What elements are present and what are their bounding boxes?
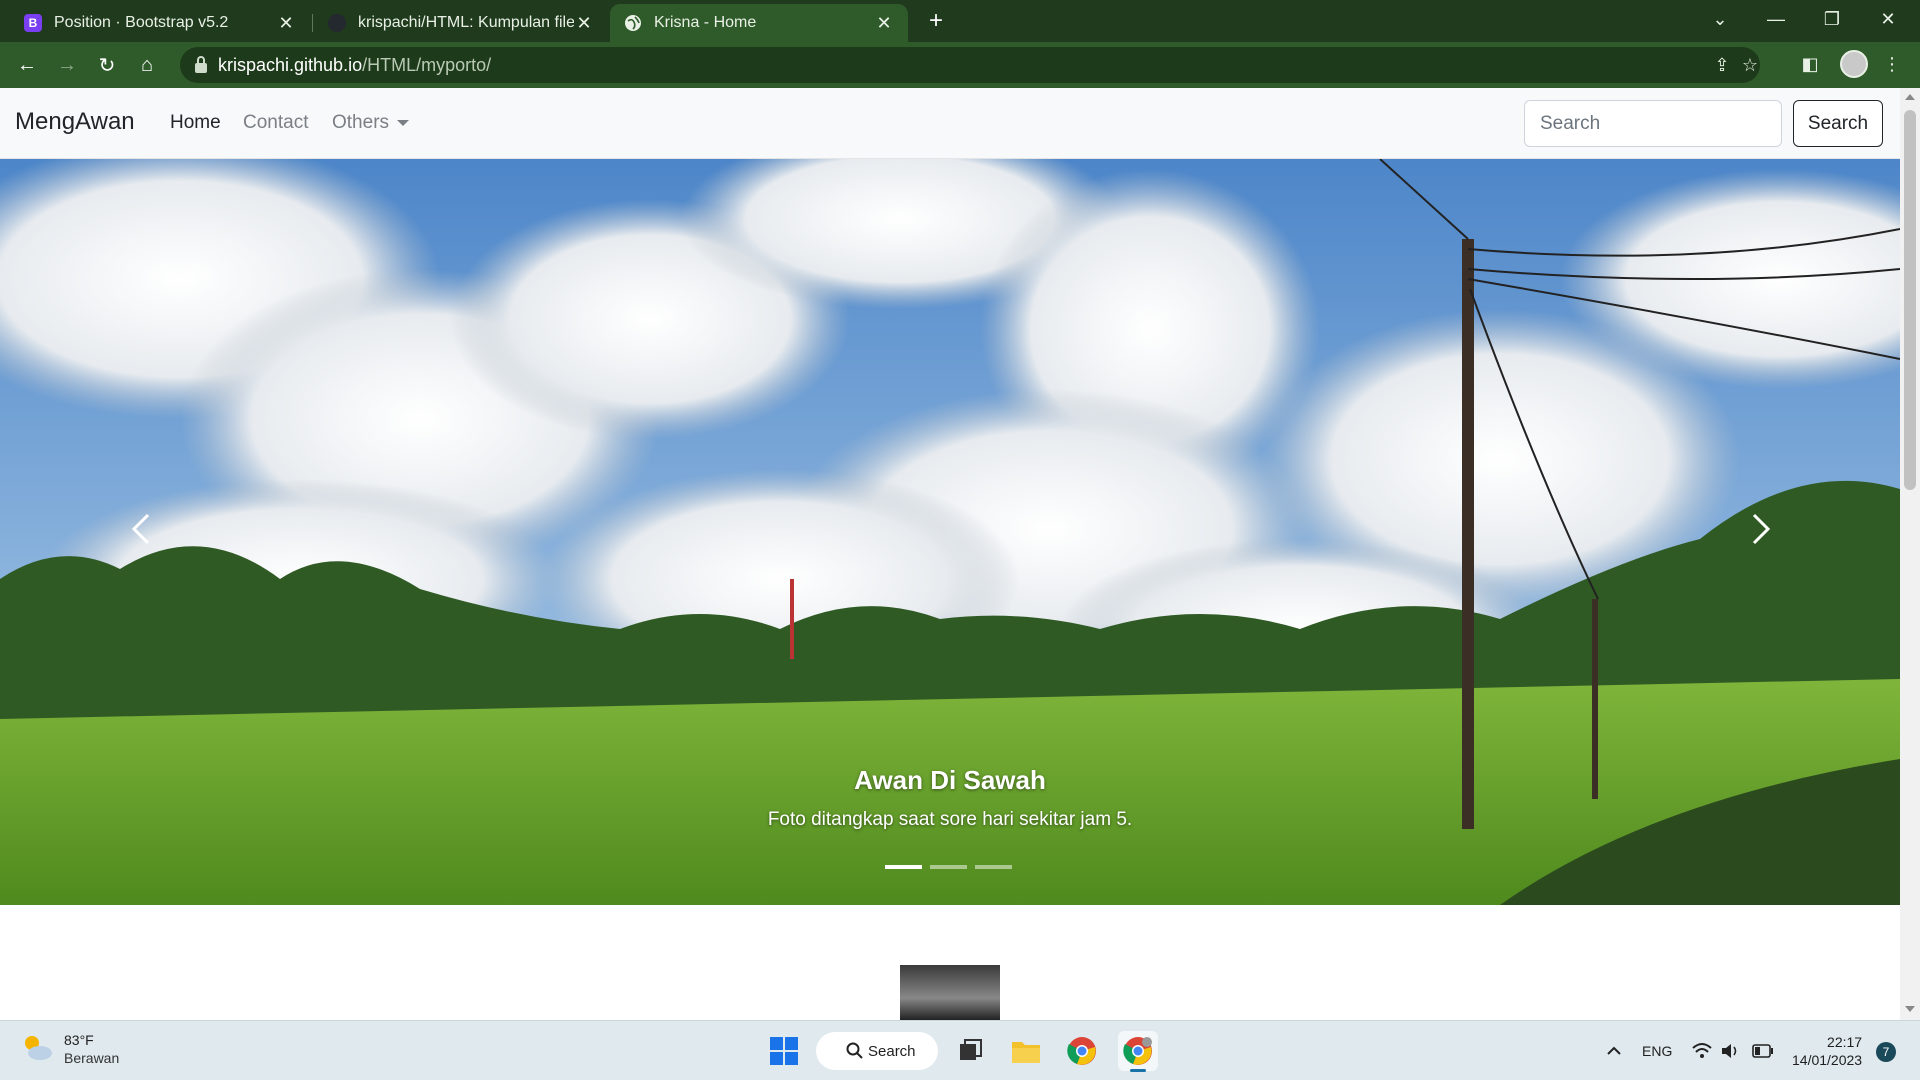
carousel-prev-icon[interactable]	[112, 499, 172, 559]
windows-taskbar: 83°F Berawan Search ENG 22:17 14/01/2023…	[0, 1020, 1920, 1080]
weather-temp: 83°F	[64, 1032, 94, 1048]
scroll-up-icon[interactable]	[1905, 94, 1915, 100]
hero-carousel: Awan Di Sawah Foto ditangkap saat sore h…	[0, 159, 1900, 905]
active-app-indicator	[1130, 1069, 1146, 1072]
site-navbar: MengAwan Home Contact Others Search	[0, 88, 1900, 159]
page-scrollbar[interactable]	[1900, 88, 1920, 1020]
system-clock[interactable]: 22:17 14/01/2023	[1792, 1033, 1862, 1069]
close-window-button[interactable]: ✕	[1860, 0, 1916, 38]
nav-others-dropdown[interactable]: Others	[332, 112, 410, 134]
scroll-down-icon[interactable]	[1905, 1006, 1915, 1012]
site-brand[interactable]: MengAwan	[15, 108, 135, 136]
tab-title: krispachi/HTML: Kumpulan file ht	[358, 14, 574, 31]
bootstrap-icon: B	[24, 14, 42, 32]
web-page: MengAwan Home Contact Others Search Sear…	[0, 88, 1900, 1020]
search-icon	[846, 1042, 863, 1059]
close-tab-icon[interactable]: ✕	[574, 13, 594, 34]
carousel-next-icon[interactable]	[1730, 499, 1790, 559]
taskbar-search-label: Search	[868, 1042, 916, 1060]
nav-contact[interactable]: Contact	[243, 112, 308, 134]
site-search-button[interactable]: Search	[1793, 100, 1883, 147]
profile-avatar[interactable]	[1840, 50, 1868, 78]
file-explorer-icon[interactable]	[1006, 1031, 1046, 1071]
carousel-indicators	[885, 865, 1012, 869]
carousel-caption-text: Foto ditangkap saat sore hari sekitar ja…	[767, 809, 1133, 830]
chrome-icon[interactable]	[1062, 1031, 1102, 1071]
tab-title: Position · Bootstrap v5.2	[54, 14, 229, 31]
url-text: krispachi.github.io/HTML/myporto/	[218, 55, 492, 75]
battery-icon[interactable]	[1752, 1021, 1774, 1081]
site-search-input[interactable]	[1524, 100, 1782, 147]
address-bar[interactable]: krispachi.github.io/HTML/myporto/ ⇪ ☆	[180, 47, 1760, 83]
weather-widget[interactable]: 83°F Berawan	[20, 1031, 119, 1067]
language-indicator[interactable]: ENG	[1642, 1021, 1672, 1081]
carousel-indicator-1[interactable]	[885, 865, 922, 869]
forward-button[interactable]: →	[52, 50, 82, 80]
restore-button[interactable]: ❐	[1804, 0, 1860, 38]
clock-date: 14/01/2023	[1792, 1052, 1863, 1068]
reload-button[interactable]: ↻	[92, 50, 122, 80]
caret-down-icon	[397, 119, 410, 126]
scroll-thumb[interactable]	[1904, 110, 1916, 490]
profile-photo	[900, 965, 1000, 1020]
tab-separator	[312, 14, 313, 32]
weather-condition: Berawan	[64, 1050, 120, 1066]
chrome-profile-icon[interactable]	[1118, 1031, 1158, 1072]
browser-toolbar: ← → ↻ ⌂ krispachi.github.io/HTML/myporto…	[0, 42, 1920, 88]
tab-title: Krisna - Home	[654, 14, 757, 31]
globe-icon	[624, 14, 642, 32]
nav-home[interactable]: Home	[170, 112, 221, 134]
carousel-caption-title: Awan Di Sawah	[854, 765, 1046, 795]
windows-start-icon[interactable]	[764, 1031, 804, 1071]
github-icon	[328, 14, 346, 32]
carousel-indicator-3[interactable]	[975, 865, 1012, 869]
taskbar-search[interactable]: Search	[816, 1032, 938, 1070]
notification-badge[interactable]: 7	[1876, 1042, 1896, 1062]
home-button[interactable]: ⌂	[132, 50, 162, 80]
task-view-icon[interactable]	[950, 1031, 990, 1071]
tab-github[interactable]: krispachi/HTML: Kumpulan file ht ✕	[314, 4, 608, 42]
close-tab-icon[interactable]: ✕	[874, 13, 894, 34]
minimize-button[interactable]: —	[1748, 0, 1804, 38]
carousel-indicator-2[interactable]	[930, 865, 967, 869]
share-icon[interactable]: ⇪	[1710, 53, 1734, 77]
back-button[interactable]: ←	[12, 50, 42, 80]
menu-dots-icon[interactable]: ⋮	[1880, 52, 1904, 76]
lock-icon	[195, 56, 207, 73]
volume-icon[interactable]	[1720, 1021, 1740, 1081]
tab-strip: B Position · Bootstrap v5.2 ✕ krispachi/…	[0, 0, 1920, 42]
close-tab-icon[interactable]: ✕	[276, 13, 296, 34]
partly-cloudy-icon	[25, 1036, 52, 1060]
side-panel-icon[interactable]: ◧	[1798, 52, 1822, 76]
new-tab-button[interactable]: +	[922, 8, 950, 36]
clock-time: 22:17	[1827, 1034, 1863, 1050]
browser-window: B Position · Bootstrap v5.2 ✕ krispachi/…	[0, 0, 1920, 1020]
wifi-icon[interactable]	[1692, 1021, 1712, 1081]
bookmark-star-icon[interactable]: ☆	[1738, 53, 1762, 77]
tab-krisna-home[interactable]: Krisna - Home ✕	[610, 4, 908, 42]
tray-overflow-icon[interactable]	[1604, 1021, 1624, 1081]
tab-search-icon[interactable]: ⌄	[1692, 0, 1748, 38]
tab-bootstrap[interactable]: B Position · Bootstrap v5.2 ✕	[10, 4, 310, 42]
